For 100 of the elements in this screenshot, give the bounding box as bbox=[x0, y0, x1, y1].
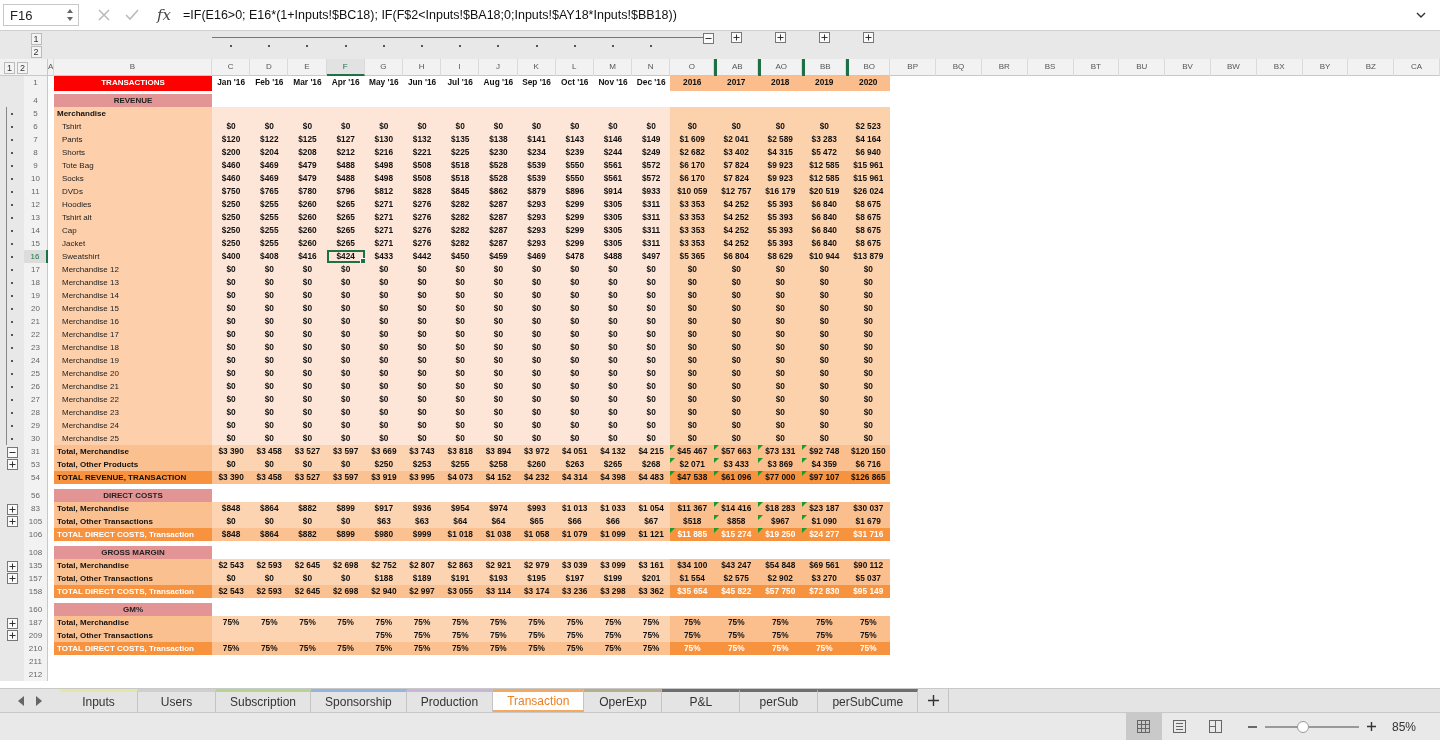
sheet-tab[interactable]: P&L bbox=[662, 689, 741, 712]
sheet-tab[interactable]: perSubCume bbox=[818, 689, 919, 712]
table-cell: $0 bbox=[758, 341, 803, 354]
row-header[interactable]: 106 bbox=[24, 528, 48, 541]
sheet-tab[interactable]: Sponsorship bbox=[311, 689, 407, 712]
row-header[interactable]: 30 bbox=[24, 432, 48, 445]
row-header[interactable]: 11 bbox=[24, 185, 48, 198]
row-label: Merchandise 24 bbox=[54, 419, 212, 432]
table-cell: $4 073 bbox=[441, 471, 480, 484]
table-cell: $141 bbox=[517, 133, 556, 146]
row-header[interactable]: 158 bbox=[24, 585, 48, 598]
row-header[interactable]: 8 bbox=[24, 146, 48, 159]
row-header[interactable]: 28 bbox=[24, 406, 48, 419]
row-header[interactable]: 209 bbox=[24, 629, 48, 642]
row-header[interactable]: 18 bbox=[24, 276, 48, 289]
outline-level-button[interactable]: 1 bbox=[30, 32, 42, 45]
insert-function-button[interactable]: fx bbox=[157, 6, 171, 24]
row-header[interactable]: 20 bbox=[24, 302, 48, 315]
sheet-tab[interactable]: Production bbox=[406, 689, 494, 712]
table-cell: $260 bbox=[288, 224, 327, 237]
row-header[interactable]: 54 bbox=[24, 471, 48, 484]
column-header[interactable]: BP bbox=[890, 59, 937, 76]
row-header[interactable]: 26 bbox=[24, 380, 48, 393]
expand-button[interactable] bbox=[6, 630, 18, 641]
expand-button[interactable] bbox=[6, 573, 18, 584]
expand-button[interactable] bbox=[6, 516, 18, 527]
row-header[interactable]: 27 bbox=[24, 393, 48, 406]
row-header[interactable]: 6 bbox=[24, 120, 48, 133]
zoom-out-icon[interactable] bbox=[1247, 725, 1257, 728]
formula-field[interactable]: =IF(E16>0; E16*(1+Inputs!$BC18); IF(F$2<Inputs!$BA18;0;Inputs!$AY18*Inputs!$BB18)) bbox=[183, 8, 1410, 22]
collapse-button[interactable] bbox=[703, 33, 715, 44]
table-cell: $400 bbox=[212, 250, 251, 263]
row-header[interactable]: 16 bbox=[24, 250, 48, 263]
row-header[interactable]: 21 bbox=[24, 315, 48, 328]
previous-sheet-icon[interactable] bbox=[18, 695, 25, 706]
row-header[interactable]: 13 bbox=[24, 211, 48, 224]
column-header[interactable]: BQ bbox=[936, 59, 982, 76]
row-label: Total, Other Transactions bbox=[54, 572, 212, 585]
collapse-button[interactable] bbox=[6, 447, 18, 458]
row-header[interactable]: 24 bbox=[24, 354, 48, 367]
row-header[interactable]: 10 bbox=[24, 172, 48, 185]
row-label: Tshirt bbox=[54, 120, 212, 133]
row-header[interactable]: 29 bbox=[24, 419, 48, 432]
outline-level-button[interactable]: 2 bbox=[17, 61, 28, 74]
row-header[interactable]: 7 bbox=[24, 133, 48, 146]
row-header[interactable]: 157 bbox=[24, 572, 48, 585]
expand-button[interactable] bbox=[6, 561, 18, 572]
outline-level-button[interactable]: 1 bbox=[4, 61, 15, 74]
column-header[interactable]: BU bbox=[1119, 59, 1166, 76]
row-header[interactable]: 9 bbox=[24, 159, 48, 172]
row-header[interactable]: 25 bbox=[24, 367, 48, 380]
sheet-tab[interactable]: perSub bbox=[740, 689, 819, 712]
table-cell: $239 bbox=[555, 146, 594, 159]
zoom-in-icon[interactable] bbox=[1366, 722, 1376, 731]
row-header[interactable]: 4 bbox=[24, 94, 48, 107]
column-header[interactable]: CA bbox=[1394, 59, 1440, 76]
column-header[interactable]: BZ bbox=[1348, 59, 1395, 76]
column-header[interactable]: BT bbox=[1073, 59, 1120, 76]
corner-triangle-icon bbox=[802, 458, 808, 463]
row-header[interactable]: 5 bbox=[24, 107, 48, 120]
row-header[interactable]: 22 bbox=[24, 328, 48, 341]
row-header[interactable]: 23 bbox=[24, 341, 48, 354]
row-header[interactable]: 19 bbox=[24, 289, 48, 302]
name-box[interactable]: F16 bbox=[3, 4, 79, 26]
row-header[interactable]: 53 bbox=[24, 458, 48, 471]
sheet-tab[interactable]: Inputs bbox=[60, 689, 138, 712]
expand-button[interactable] bbox=[818, 32, 830, 43]
expand-button[interactable] bbox=[6, 459, 18, 470]
column-header[interactable]: BV bbox=[1165, 59, 1211, 76]
column-header[interactable]: BR bbox=[981, 59, 1028, 76]
sheet-tab[interactable]: OperExp bbox=[584, 689, 663, 712]
sheet-tab[interactable]: Users bbox=[138, 689, 216, 712]
expand-button[interactable] bbox=[6, 618, 18, 629]
row-header[interactable]: 210 bbox=[24, 642, 48, 655]
table-cell: 75% bbox=[326, 642, 365, 655]
table-cell: $0 bbox=[802, 276, 847, 289]
expand-button[interactable] bbox=[774, 32, 786, 43]
row-header[interactable]: 15 bbox=[24, 237, 48, 250]
row-header[interactable]: 105 bbox=[24, 515, 48, 528]
row-header[interactable]: 212 bbox=[24, 668, 48, 681]
row-header[interactable]: 14 bbox=[24, 224, 48, 237]
normal-view-button[interactable] bbox=[1125, 713, 1162, 740]
expand-button[interactable] bbox=[862, 32, 874, 43]
column-header[interactable]: BX bbox=[1256, 59, 1303, 76]
slider-thumb[interactable] bbox=[1296, 720, 1309, 733]
column-header[interactable]: BW bbox=[1210, 59, 1257, 76]
expand-button[interactable] bbox=[6, 504, 18, 515]
spinner-icon[interactable] bbox=[66, 8, 74, 22]
row-header[interactable]: 12 bbox=[24, 198, 48, 211]
next-sheet-icon[interactable] bbox=[35, 695, 42, 706]
column-header[interactable]: BS bbox=[1027, 59, 1074, 76]
column-header[interactable]: F bbox=[326, 59, 365, 76]
row-header[interactable]: 211 bbox=[24, 655, 48, 668]
sheet-tab[interactable]: Subscription bbox=[216, 689, 312, 712]
column-header[interactable]: BY bbox=[1302, 59, 1349, 76]
expand-button[interactable] bbox=[730, 32, 742, 43]
row-header[interactable]: 17 bbox=[24, 263, 48, 276]
outline-level-button[interactable]: 2 bbox=[30, 45, 42, 58]
table-cell: $497 bbox=[632, 250, 671, 263]
table-cell: $3 283 bbox=[802, 133, 847, 146]
